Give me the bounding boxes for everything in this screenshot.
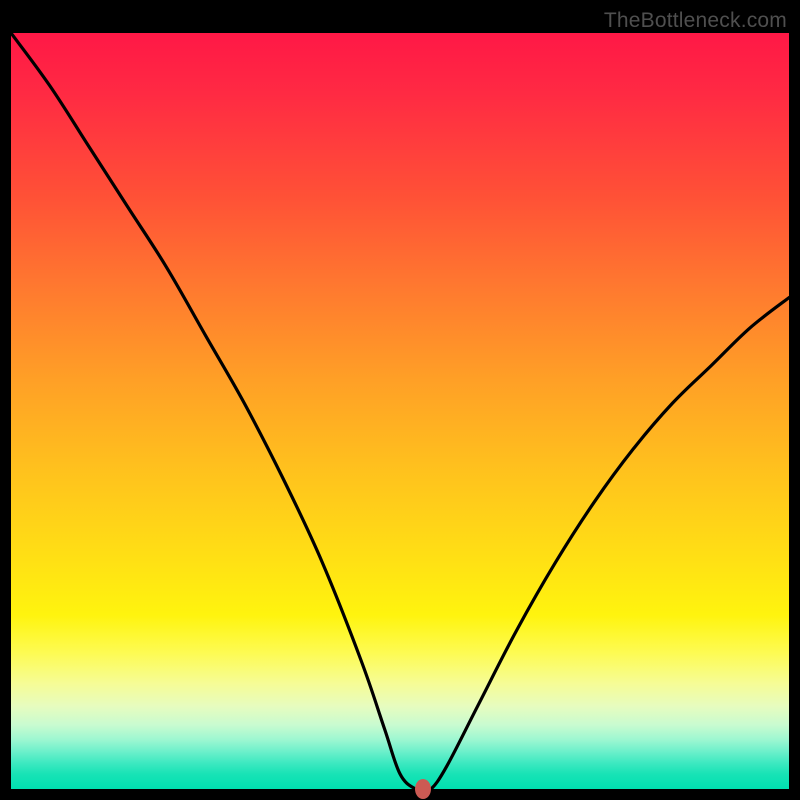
bottleneck-curve bbox=[11, 33, 789, 789]
optimal-point-marker bbox=[415, 779, 431, 799]
watermark-text: TheBottleneck.com bbox=[604, 9, 787, 33]
plot-area bbox=[11, 33, 789, 789]
chart-frame: TheBottleneck.com bbox=[11, 11, 789, 789]
